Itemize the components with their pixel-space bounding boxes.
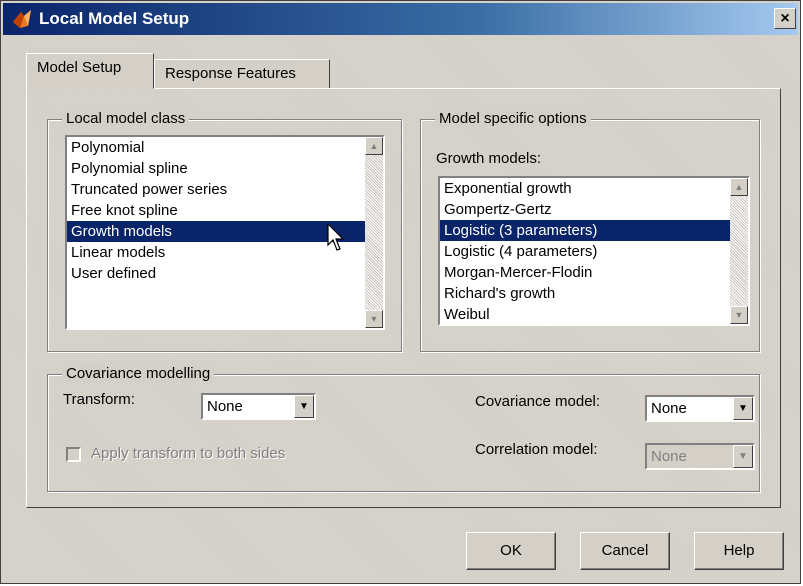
apply-transform-label: Apply transform to both sides — [91, 445, 286, 462]
group-title: Local model class — [62, 110, 190, 127]
covariance-model-value: None — [651, 400, 687, 417]
transform-value: None — [207, 398, 243, 415]
model-specific-options-group: Model specific options Growth models: Ex… — [420, 110, 760, 352]
chevron-down-icon[interactable]: ▼ — [294, 395, 314, 418]
correlation-model-label: Correlation model: — [475, 441, 598, 458]
help-button[interactable]: Help — [694, 532, 784, 570]
list-item-selected[interactable]: Logistic (3 parameters) — [440, 220, 748, 241]
correlation-model-select[interactable]: None ▼ — [645, 443, 755, 470]
list-item[interactable]: Logistic (4 parameters) — [440, 241, 748, 262]
group-title: Covariance modelling — [62, 365, 215, 382]
covariance-modelling-group: Covariance modelling Transform: None ▼ A… — [47, 365, 760, 492]
tab-panel-model-setup: Local model class Polynomial Polynomial … — [26, 88, 781, 508]
scroll-up-icon[interactable]: ▲ — [365, 137, 383, 155]
tab-label: Model Setup — [37, 59, 122, 76]
list-item[interactable]: Polynomial — [67, 137, 383, 158]
ok-button[interactable]: OK — [466, 532, 556, 570]
transform-select[interactable]: None ▼ — [201, 393, 316, 420]
covariance-model-label: Covariance model: — [475, 393, 601, 410]
list-item[interactable]: Weibul — [440, 304, 748, 324]
title-bar[interactable]: Local Model Setup × — [3, 3, 798, 35]
scroll-down-icon[interactable]: ▼ — [365, 310, 383, 328]
correlation-model-value: None — [651, 448, 687, 465]
window-title: Local Model Setup — [39, 9, 190, 28]
local-model-class-group: Local model class Polynomial Polynomial … — [47, 110, 402, 352]
cancel-button[interactable]: Cancel — [580, 532, 670, 570]
growth-models-label: Growth models: — [436, 150, 542, 167]
list-item[interactable]: Exponential growth — [440, 178, 748, 199]
covariance-model-select[interactable]: None ▼ — [645, 395, 755, 422]
list-item[interactable]: User defined — [67, 263, 383, 284]
chevron-down-icon[interactable]: ▼ — [733, 445, 753, 468]
vertical-scrollbar[interactable]: ▲ ▼ — [365, 137, 383, 328]
local-model-setup-dialog: Local Model Setup × Model Setup Response… — [0, 0, 801, 584]
apply-transform-checkbox[interactable] — [66, 447, 81, 462]
group-title: Model specific options — [435, 110, 591, 127]
list-item[interactable]: Gompertz-Gertz — [440, 199, 748, 220]
list-item[interactable]: Free knot spline — [67, 200, 383, 221]
list-item[interactable]: Polynomial spline — [67, 158, 383, 179]
scroll-up-icon[interactable]: ▲ — [730, 178, 748, 196]
close-button[interactable]: × — [774, 8, 796, 29]
mouse-pointer-icon — [327, 223, 345, 251]
matlab-logo-icon — [13, 10, 31, 28]
tab-response-features[interactable]: Response Features — [154, 59, 330, 89]
chevron-down-icon[interactable]: ▼ — [733, 397, 753, 420]
list-item[interactable]: Richard's growth — [440, 283, 748, 304]
list-item[interactable]: Morgan-Mercer-Flodin — [440, 262, 748, 283]
scroll-down-icon[interactable]: ▼ — [730, 306, 748, 324]
tab-label: Response Features — [165, 65, 296, 82]
transform-label: Transform: — [63, 391, 135, 408]
tab-model-setup[interactable]: Model Setup — [26, 53, 154, 89]
growth-models-list[interactable]: Exponential growth Gompertz-Gertz Logist… — [438, 176, 750, 326]
list-item[interactable]: Truncated power series — [67, 179, 383, 200]
vertical-scrollbar[interactable]: ▲ ▼ — [730, 178, 748, 324]
